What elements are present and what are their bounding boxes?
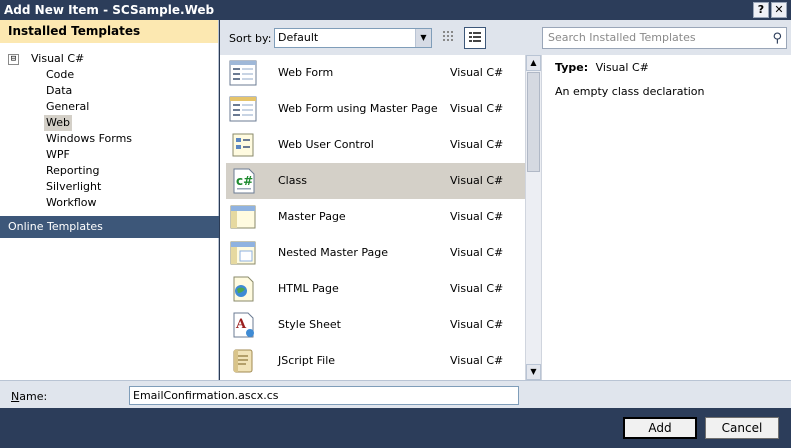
scroll-down-icon[interactable]: ▼	[526, 364, 541, 380]
template-language: Visual C#	[450, 102, 504, 115]
add-button[interactable]: Add	[623, 417, 697, 439]
detail-type-label: Type:	[555, 61, 589, 74]
template-row-master-page[interactable]: Master Page Visual C#	[226, 199, 525, 235]
name-label: Name:	[11, 390, 48, 403]
scroll-thumb[interactable]	[527, 72, 540, 172]
html-page-icon	[228, 274, 258, 304]
template-row-html-page[interactable]: HTML Page Visual C#	[226, 271, 525, 307]
sort-by-value: Default	[278, 31, 319, 44]
tree-item-workflow[interactable]: Workflow	[44, 195, 99, 211]
scroll-up-icon[interactable]: ▲	[526, 55, 541, 71]
user-control-icon	[228, 130, 258, 160]
template-row-class[interactable]: c# Class Visual C#	[226, 163, 525, 199]
toolbar: Sort by: Default ▼ Search Installed Temp…	[220, 20, 791, 55]
tree-item-code[interactable]: Code	[44, 67, 76, 83]
tree-item-reporting[interactable]: Reporting	[44, 163, 101, 179]
detail-type-value: Visual C#	[595, 61, 649, 74]
dropdown-arrow-icon[interactable]: ▼	[415, 29, 431, 47]
template-language: Visual C#	[450, 246, 504, 259]
template-list: Web Form Visual C# Web Form using Master P…	[220, 55, 525, 380]
template-row-jscript-file[interactable]: JScript File Visual C#	[226, 343, 525, 379]
template-language: Visual C#	[450, 318, 504, 331]
template-row-nested-master-page[interactable]: Nested Master Page Visual C#	[226, 235, 525, 271]
help-button[interactable]: ?	[753, 2, 769, 18]
installed-templates-header: Installed Templates	[0, 20, 218, 43]
template-language: Visual C#	[450, 210, 504, 223]
svg-text:A: A	[235, 317, 247, 332]
style-sheet-icon: A	[228, 310, 258, 340]
tree-item-web[interactable]: Web	[44, 115, 72, 131]
template-name: Web Form using Master Page	[278, 102, 438, 115]
list-view-icon	[469, 32, 481, 42]
search-placeholder: Search Installed Templates	[548, 31, 696, 44]
collapse-icon[interactable]: ⊟	[8, 53, 19, 65]
template-name: Class	[278, 174, 307, 187]
template-name: Web Form	[278, 66, 334, 79]
template-name: Master Page	[278, 210, 346, 223]
tree-item-silverlight[interactable]: Silverlight	[44, 179, 103, 195]
template-language: Visual C#	[450, 138, 504, 151]
template-language: Visual C#	[450, 174, 504, 187]
tree-item-data[interactable]: Data	[44, 83, 74, 99]
template-row-style-sheet[interactable]: A Style Sheet Visual C#	[226, 307, 525, 343]
cancel-button[interactable]: Cancel	[705, 417, 779, 439]
template-row-web-form-using-master-page[interactable]: Web Form using Master Page Visual C#	[226, 91, 525, 127]
sort-by-select[interactable]: Default ▼	[274, 28, 432, 48]
template-row-web-user-control[interactable]: Web User Control Visual C#	[226, 127, 525, 163]
template-language: Visual C#	[450, 354, 504, 367]
tree-node-visual-csharp[interactable]: ⊟ Visual C#	[0, 51, 218, 67]
sort-by-label: Sort by:	[229, 32, 272, 45]
template-list-scrollbar[interactable]: ▲ ▼	[525, 55, 541, 380]
search-icon[interactable]: ⚲	[772, 29, 782, 49]
close-button[interactable]: ✕	[771, 2, 787, 18]
tree-item-general[interactable]: General	[44, 99, 91, 115]
detail-description: An empty class declaration	[555, 85, 705, 98]
web-form-icon	[228, 58, 258, 88]
template-details-panel: Type: Visual C# An empty class declarati…	[541, 55, 791, 380]
name-bar: Name: EmailConfirmation.ascx.cs	[0, 380, 791, 408]
master-page-icon	[228, 202, 258, 232]
template-name: HTML Page	[278, 282, 339, 295]
template-tree: ⊟ Visual C# Code Data General Web Windows Fo…	[0, 43, 218, 211]
tree-node-label: Visual C#	[31, 52, 85, 65]
template-language: Visual C#	[450, 66, 504, 79]
window-title: Add New Item - SCSample.Web	[4, 3, 215, 17]
small-icons-view-button[interactable]	[438, 27, 460, 49]
csharp-class-icon: c#	[228, 166, 258, 196]
small-icons-view-icon	[443, 31, 453, 41]
templates-tree-panel: Installed Templates ⊟ Visual C# Code Data…	[0, 20, 219, 380]
template-language: Visual C#	[450, 282, 504, 295]
jscript-file-icon	[228, 346, 258, 376]
template-name: JScript File	[278, 354, 336, 367]
web-form-master-icon	[228, 94, 258, 124]
tree-item-windows-forms[interactable]: Windows Forms	[44, 131, 134, 147]
nested-master-page-icon	[228, 238, 258, 268]
detail-type: Type: Visual C#	[555, 61, 791, 79]
window-titlebar: Add New Item - SCSample.Web ? ✕	[0, 0, 791, 20]
template-name: Nested Master Page	[278, 246, 388, 259]
name-input[interactable]: EmailConfirmation.ascx.cs	[129, 386, 519, 405]
online-templates-item[interactable]: Online Templates	[0, 216, 219, 238]
tree-item-wpf[interactable]: WPF	[44, 147, 72, 163]
template-name: Style Sheet	[278, 318, 341, 331]
svg-text:c#: c#	[236, 174, 253, 188]
template-name: Web User Control	[278, 138, 374, 151]
search-templates-input[interactable]: Search Installed Templates ⚲	[542, 27, 787, 49]
template-row-web-form[interactable]: Web Form Visual C#	[226, 55, 525, 91]
list-view-button[interactable]	[464, 27, 486, 49]
dialog-button-bar: Add Cancel	[0, 408, 791, 448]
